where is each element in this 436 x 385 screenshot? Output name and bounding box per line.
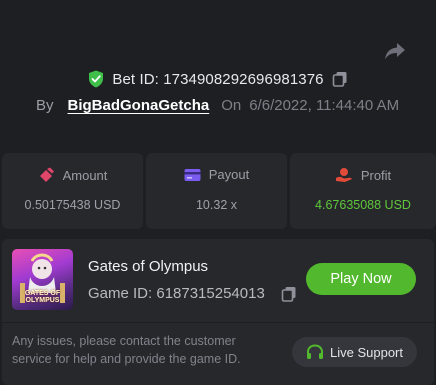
bet-meta-row: By BigBadGonaGetcha On 6/6/2022, 11:44:4… [36, 97, 399, 114]
payout-label: Payout [208, 167, 250, 182]
share-button[interactable] [382, 38, 408, 64]
by-label: By [36, 97, 54, 114]
shield-check-icon [89, 70, 104, 88]
headset-icon [307, 343, 323, 359]
amount-value: 0.50175438 USD [24, 198, 121, 212]
divider [2, 322, 434, 323]
game-thumbnail[interactable]: GATES OF OLYMPUS [12, 249, 73, 310]
live-support-label: Live Support [330, 344, 403, 360]
stat-amount: Amount 0.50175438 USD [2, 153, 143, 229]
bet-id-row: Bet ID: 1734908292696981376 [0, 70, 436, 88]
stat-payout: Payout 10.32 x [146, 153, 287, 229]
card-icon [184, 168, 201, 181]
copy-icon [332, 72, 347, 87]
bet-id-text: Bet ID: 1734908292696981376 [112, 70, 324, 88]
amount-label: Amount [62, 167, 108, 183]
copy-bet-id-button[interactable] [332, 71, 348, 87]
game-card: GATES OF OLYMPUS Gates of Olympus Game I… [2, 239, 434, 385]
share-icon [385, 43, 405, 60]
live-support-button[interactable]: Live Support [292, 337, 417, 367]
stat-profit: Profit 4.67635088 USD [290, 153, 436, 229]
thumbnail-title: GATES OF OLYMPUS [24, 290, 61, 304]
profit-value: 4.67635088 USD [315, 198, 411, 212]
copy-game-id-button[interactable] [281, 286, 297, 302]
username-link[interactable]: BigBadGonaGetcha [68, 97, 210, 114]
profit-label: Profit [360, 167, 392, 183]
payout-value: 10.32 x [195, 198, 237, 212]
bet-datetime: 6/6/2022, 11:44:40 AM [249, 97, 400, 114]
game-name: Gates of Olympus [88, 258, 209, 275]
bet-stats: Amount 0.50175438 USD Payout 10.32 x Pro… [2, 153, 436, 229]
on-label: On [221, 97, 242, 114]
play-now-button[interactable]: Play Now [306, 263, 416, 295]
game-id-text: Game ID: 6187315254013 [88, 285, 265, 302]
coins-icon [39, 167, 54, 182]
hand-coin-icon [335, 168, 352, 182]
copy-icon [281, 286, 296, 302]
support-notice: Any issues, please contact the customer … [12, 334, 241, 366]
